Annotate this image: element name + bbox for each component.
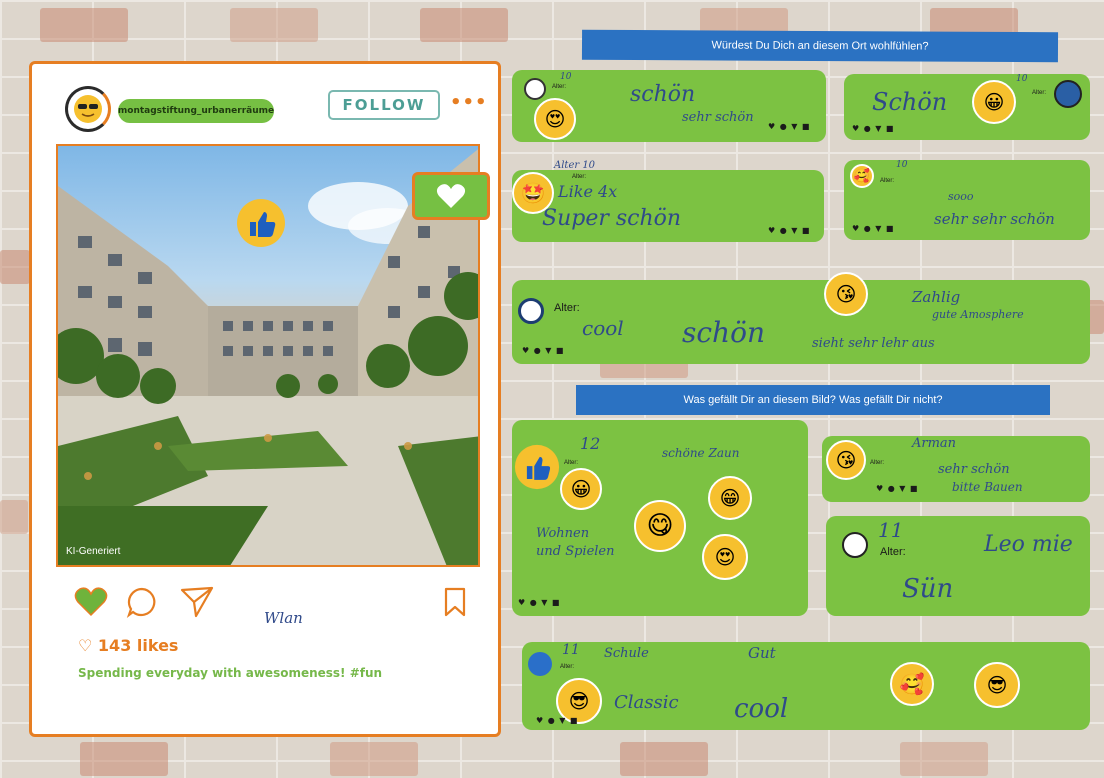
user-avatar-icon	[528, 652, 552, 676]
reaction-icons: ♥ ● ▼ ■	[536, 716, 579, 725]
likes-count: ♡ 143 likes	[78, 636, 179, 655]
comment-bubble: 😘 Arman Alter: sehr schön bitte Bauen ♥ …	[822, 436, 1090, 502]
comment-bubble: 10 Alter: 😍 schön sehr schön ♥ ● ▼ ■	[512, 70, 826, 142]
small-heart-icon: ♡	[78, 636, 93, 655]
user-avatar-icon	[1054, 80, 1082, 108]
avatar[interactable]	[65, 86, 111, 132]
question-tape-2: Was gefällt Dir an diesem Bild? Was gefä…	[576, 385, 1050, 415]
heart-icon	[436, 184, 466, 208]
more-options-button[interactable]: •••	[450, 92, 488, 113]
comment-bubble: 11 Alter: Leo mie Sün	[826, 516, 1090, 616]
brick	[900, 742, 988, 776]
comment-icon[interactable]	[126, 586, 158, 618]
comment-bubble: Alter: 😘 cool schön Zahlig gute Amospher…	[512, 272, 1090, 364]
handwritten-note: Wlan	[264, 609, 303, 627]
comment-bubble: 11 Schule Alter: Gut 😎 Classic cool 🥰 😎 …	[522, 642, 1090, 730]
kissing-emoji-icon: 😘	[824, 272, 868, 316]
reaction-icons: ♥ ● ▼ ■	[876, 484, 919, 493]
brick	[330, 742, 418, 776]
brick	[230, 8, 318, 42]
bookmark-icon[interactable]	[444, 587, 466, 617]
ai-generated-label: KI-Generiert	[66, 546, 121, 557]
fox-avatar-icon	[524, 78, 546, 100]
comment-bubble: 🥰 10 Alter: sooo sehr sehr schön ♥ ● ▼ ■	[844, 160, 1090, 240]
brick	[620, 742, 708, 776]
reaction-icons: ♥ ● ▼ ■	[852, 224, 895, 233]
sunglasses-emoji-icon: 😎	[974, 662, 1020, 708]
brick	[420, 8, 508, 42]
heart-eyes-emoji-icon: 😍	[534, 98, 576, 140]
smiling-hearts-emoji-icon: 🥰	[850, 164, 874, 188]
username-badge[interactable]: montagstiftung_urbanerräume	[118, 99, 274, 123]
like-heart-icon[interactable]	[74, 587, 108, 617]
grinning-emoji-icon: 😀	[972, 80, 1016, 124]
reaction-icons: ♥ ● ▼ ■	[768, 122, 811, 131]
brick	[40, 8, 128, 42]
reaction-icons: ♥ ● ▼ ■	[522, 346, 565, 355]
reaction-icons: ♥ ● ▼ ■	[768, 226, 811, 235]
follow-button[interactable]: FOLLOW	[328, 90, 440, 120]
heart-notification-box	[412, 172, 490, 220]
brick	[80, 742, 168, 776]
thumbs-up-sticker-icon	[514, 444, 560, 490]
reaction-icons: ♥ ● ▼ ■	[852, 124, 895, 133]
smiling-hearts-emoji-icon: 🥰	[890, 662, 934, 706]
comment-bubble: 🤩 Alter 10 Alter: Like 4x Super schön ♥ …	[512, 160, 824, 242]
comment-bubble: 12 Alter: schöne Zaun 😀 😁 😋 😍 Wohnen und…	[512, 420, 808, 616]
sunglasses-emoji-icon	[74, 95, 102, 123]
comment-bubble: 10 Alter: 😀 Schön ♥ ● ▼ ■	[844, 74, 1090, 140]
instagram-post-card: montagstiftung_urbanerräume FOLLOW ••• K…	[29, 61, 501, 737]
beaming-emoji-icon: 😁	[708, 476, 752, 520]
brick	[0, 500, 28, 534]
share-icon[interactable]	[180, 586, 214, 618]
grinning-emoji-icon: 😀	[560, 468, 602, 510]
user-avatar-icon	[842, 532, 868, 558]
reaction-icons: ♥ ● ▼ ■	[518, 598, 561, 607]
post-caption: Spending everyday with awesomeness! #fun	[78, 666, 383, 680]
kissing-emoji-icon: 😘	[826, 440, 866, 480]
thumbs-up-sticker-icon	[237, 199, 285, 247]
heart-eyes-emoji-icon: 😍	[702, 534, 748, 580]
question-tape-1: Würdest Du Dich an diesem Ort wohlfühlen…	[581, 29, 1059, 63]
brick	[0, 250, 30, 284]
user-avatar-icon	[518, 298, 544, 324]
yum-emoji-icon: 😋	[634, 500, 686, 552]
